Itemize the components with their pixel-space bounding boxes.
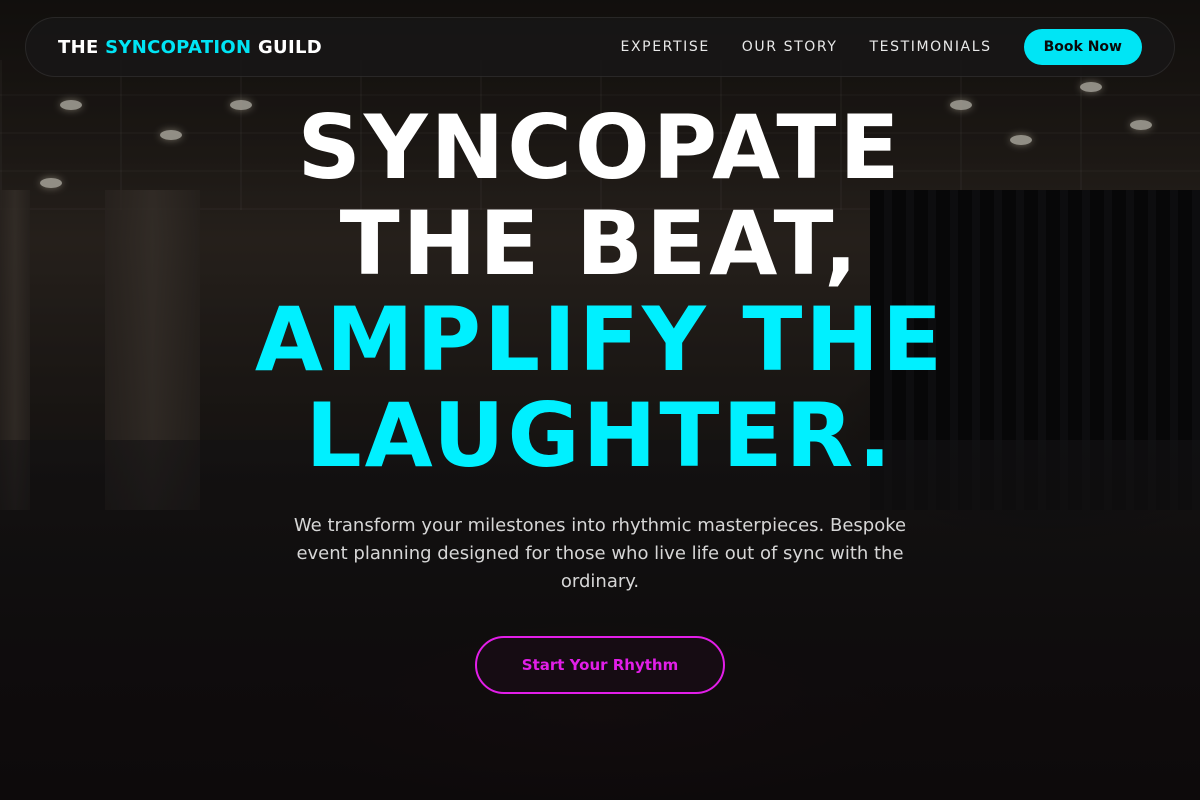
book-now-button[interactable]: Book Now xyxy=(1023,29,1142,65)
headline-line-4: LAUGHTER. xyxy=(305,384,895,487)
brand-accent: SYNCOPATION xyxy=(105,36,252,58)
brand-prefix: THE xyxy=(58,36,106,58)
brand-logo[interactable]: THE SYNCOPATION GUILD xyxy=(58,37,322,58)
headline-line-2: THE BEAT, xyxy=(339,192,861,295)
start-your-rhythm-button[interactable]: Start Your Rhythm xyxy=(475,636,725,694)
nav-link-expertise[interactable]: EXPERTISE xyxy=(621,39,710,55)
nav-link-testimonials[interactable]: TESTIMONIALS xyxy=(869,39,991,55)
hero-subtext: We transform your milestones into rhythm… xyxy=(293,515,907,592)
nav-link-our-story[interactable]: OUR STORY xyxy=(742,39,838,55)
hero-section: THE SYNCOPATION GUILD EXPERTISE OUR STOR… xyxy=(0,0,1200,800)
brand-suffix: GUILD xyxy=(251,36,322,58)
nav-links: EXPERTISE OUR STORY TESTIMONIALS Book No… xyxy=(621,29,1142,65)
navbar: THE SYNCOPATION GUILD EXPERTISE OUR STOR… xyxy=(25,17,1175,77)
headline-line-3: AMPLIFY THE xyxy=(254,288,946,391)
hero-headline: SYNCOPATE THE BEAT, AMPLIFY THE LAUGHTER… xyxy=(0,100,1200,484)
headline-line-1: SYNCOPATE xyxy=(297,96,903,199)
